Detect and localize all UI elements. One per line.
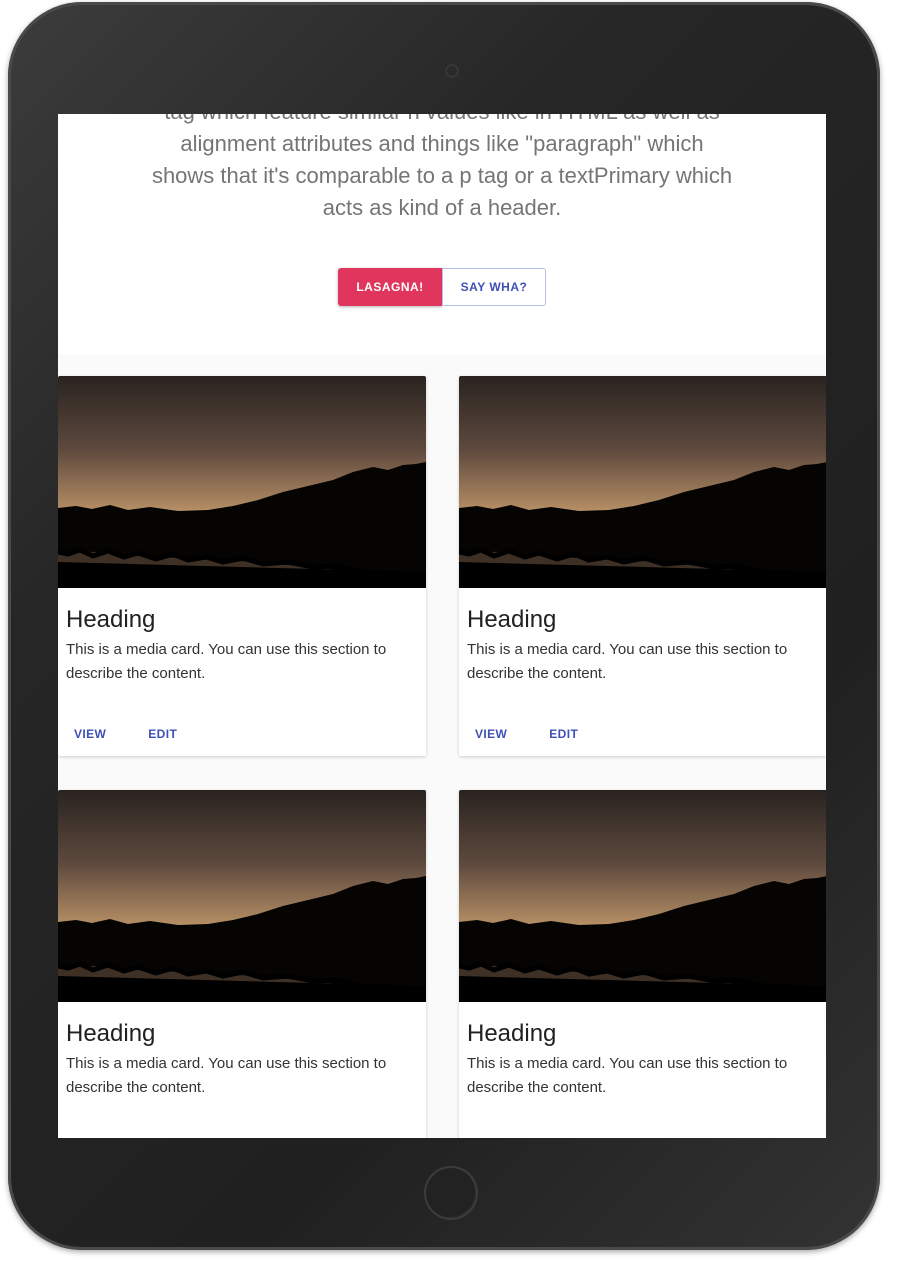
card-heading: Heading bbox=[66, 1020, 156, 1047]
card-media-image bbox=[58, 376, 426, 588]
card-actions: VIEW EDIT bbox=[467, 722, 586, 746]
card-description: This is a media card. You can use this s… bbox=[467, 1055, 788, 1096]
card-description: This is a media card. You can use this s… bbox=[66, 1055, 387, 1096]
hero-section: tag which feature similar h values like … bbox=[58, 114, 826, 354]
card-media-image bbox=[459, 790, 826, 1002]
home-button[interactable] bbox=[424, 1166, 478, 1220]
card-description: This is a media card. You can use this s… bbox=[467, 641, 788, 682]
media-card: Heading This is a media card. You can us… bbox=[459, 790, 826, 1138]
card-actions: VIEW EDIT bbox=[66, 722, 185, 746]
hero-button-group: LASAGNA! SAY WHA? bbox=[338, 268, 546, 306]
say-wha-button[interactable]: SAY WHA? bbox=[442, 268, 546, 306]
screen: tag which feature similar h values like … bbox=[58, 114, 826, 1138]
hero-description: tag which feature similar h values like … bbox=[151, 114, 733, 220]
camera-icon bbox=[445, 64, 459, 78]
card-description: This is a media card. You can use this s… bbox=[66, 641, 387, 682]
card-heading: Heading bbox=[467, 606, 557, 633]
card-heading: Heading bbox=[467, 1020, 557, 1047]
card-media-image bbox=[58, 790, 426, 1002]
card-media-image bbox=[459, 376, 826, 588]
card-heading: Heading bbox=[66, 606, 156, 633]
media-card: Heading This is a media card. You can us… bbox=[58, 376, 426, 756]
lasagna-button[interactable]: LASAGNA! bbox=[338, 268, 442, 306]
view-button[interactable]: VIEW bbox=[467, 722, 515, 746]
edit-button[interactable]: EDIT bbox=[541, 722, 586, 746]
media-card: Heading This is a media card. You can us… bbox=[58, 790, 426, 1138]
view-button[interactable]: VIEW bbox=[66, 722, 114, 746]
media-card: Heading This is a media card. You can us… bbox=[459, 376, 826, 756]
edit-button[interactable]: EDIT bbox=[140, 722, 185, 746]
